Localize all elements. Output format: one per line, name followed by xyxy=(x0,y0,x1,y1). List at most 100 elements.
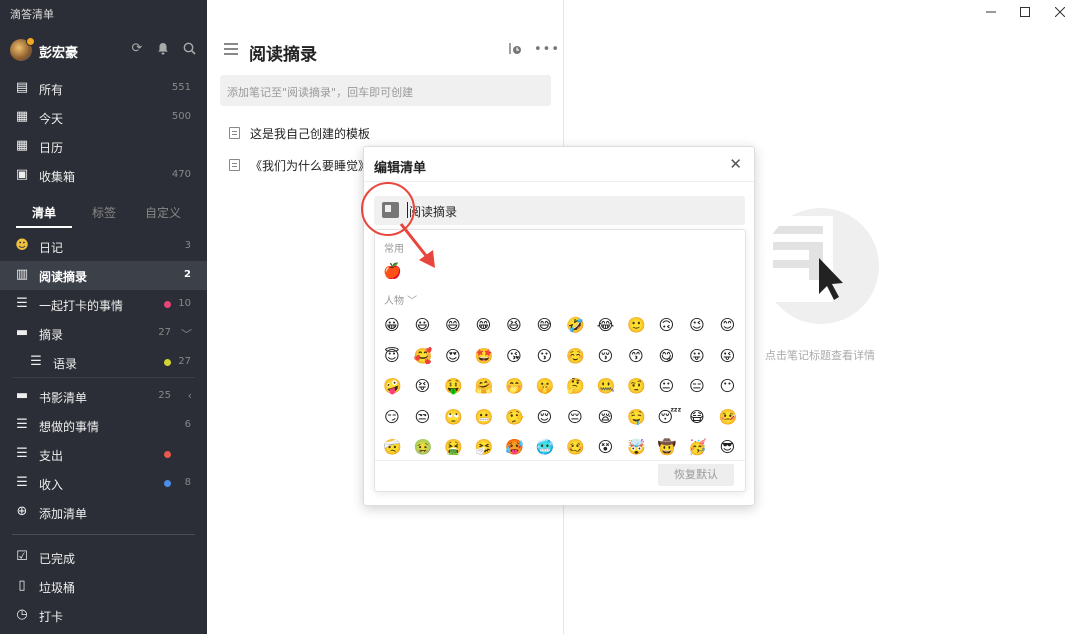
avatar[interactable] xyxy=(10,37,35,61)
emoji-option[interactable]: 😪 xyxy=(597,408,615,426)
section-people[interactable]: 人物 ﹀ xyxy=(384,292,417,307)
emoji-option[interactable]: 🙄 xyxy=(444,408,463,426)
emoji-option[interactable]: 🤐 xyxy=(597,377,616,395)
user-row[interactable]: 彭宏豪 ⟳ xyxy=(0,36,207,64)
bell-icon[interactable] xyxy=(156,42,170,56)
tab-custom[interactable]: 自定义 xyxy=(145,204,181,221)
sidebar-item[interactable]: ▬ 摘录 27 ﹀ xyxy=(0,319,207,348)
emoji-option[interactable]: 🤮 xyxy=(444,438,463,456)
emoji-option[interactable]: 😙 xyxy=(627,347,645,365)
sidebar-item[interactable]: ☰ 收入 8 xyxy=(0,469,207,498)
reset-default-button[interactable]: 恢复默认 xyxy=(658,464,734,486)
emoji-option[interactable]: 😊 xyxy=(719,316,737,334)
emoji-option[interactable]: 🙂 xyxy=(627,316,646,334)
emoji-option[interactable]: ☺️ xyxy=(566,347,585,365)
emoji-option[interactable]: 🤫 xyxy=(536,377,555,395)
emoji-option[interactable]: 🤩 xyxy=(475,347,494,365)
emoji-option[interactable]: 😋 xyxy=(658,347,676,365)
add-task-input[interactable]: 添加笔记至"阅读摘录"，回车即可创建 xyxy=(220,75,551,106)
maximize-icon[interactable] xyxy=(1018,6,1032,20)
emoji-option[interactable]: 😔 xyxy=(566,408,584,426)
emoji-option[interactable]: 🤪 xyxy=(383,377,402,395)
tab-tags[interactable]: 标签 xyxy=(92,204,116,221)
emoji-option[interactable]: 🥵 xyxy=(505,438,524,456)
emoji-option[interactable]: 😗 xyxy=(536,347,554,365)
emoji-option[interactable]: 😐 xyxy=(658,377,676,395)
emoji-option[interactable]: 🤥 xyxy=(505,408,524,426)
emoji-option[interactable]: 😍 xyxy=(444,347,462,365)
emoji-option[interactable]: 🤕 xyxy=(383,438,402,456)
emoji-option[interactable]: 😀 xyxy=(383,316,401,334)
emoji-option[interactable]: 🤨 xyxy=(627,377,646,395)
emoji-option[interactable]: 🤯 xyxy=(627,438,646,456)
more-icon[interactable]: ••• xyxy=(534,42,560,57)
emoji-option[interactable]: 🙃 xyxy=(658,316,676,334)
sidebar-item[interactable]: ☑ 已完成 xyxy=(0,543,207,572)
emoji-option[interactable]: 😄 xyxy=(444,316,462,334)
emoji-option[interactable]: 😑 xyxy=(688,377,706,395)
emoji-option[interactable]: 🥴 xyxy=(566,438,585,456)
sync-icon[interactable]: ⟳ xyxy=(130,42,144,56)
emoji-option[interactable]: 😒 xyxy=(414,408,432,426)
emoji-option[interactable]: 😏 xyxy=(383,408,401,426)
user-name[interactable]: 彭宏豪 xyxy=(39,42,78,61)
emoji-option[interactable]: 😛 xyxy=(688,347,706,365)
emoji-option[interactable]: 😵 xyxy=(597,438,615,456)
emoji-option[interactable]: 🥰 xyxy=(414,347,433,365)
emoji-option[interactable]: 😃 xyxy=(414,316,432,334)
emoji-option[interactable]: 😇 xyxy=(383,347,401,365)
emoji-option[interactable]: 😝 xyxy=(414,377,432,395)
search-icon[interactable] xyxy=(182,42,196,56)
sidebar-item[interactable]: ▦ 今天 500 xyxy=(0,103,207,132)
emoji-option[interactable]: 🥶 xyxy=(536,438,555,456)
sidebar-item[interactable]: ▣ 收集箱 470 xyxy=(0,161,207,190)
sidebar-item[interactable]: ◷ 打卡 xyxy=(0,601,207,630)
sidebar-item[interactable]: ▯ 垃圾桶 xyxy=(0,572,207,601)
emoji-option[interactable]: 🥳 xyxy=(688,438,707,456)
sidebar-item[interactable]: ⊕ 添加清单 xyxy=(0,498,207,527)
emoji-option[interactable]: 🤑 xyxy=(444,377,463,395)
emoji-option[interactable]: 🤔 xyxy=(566,377,585,395)
list-name-value[interactable]: 阅读摘录 xyxy=(409,203,457,220)
chevron-icon[interactable]: ‹ xyxy=(188,389,192,402)
emoji-option[interactable]: 😁 xyxy=(475,316,493,334)
task-title[interactable]: 《我们为什么要睡觉》 xyxy=(250,157,370,174)
close-icon[interactable] xyxy=(1053,6,1067,20)
sidebar-item[interactable]: ▥ 阅读摘录 2 xyxy=(0,261,207,290)
sidebar-item[interactable]: ▦ 日历 xyxy=(0,132,207,161)
emoji-option[interactable]: 😜 xyxy=(719,347,737,365)
emoji-option[interactable]: 😆 xyxy=(505,316,523,334)
task-title[interactable]: 这是我自己创建的模板 xyxy=(250,125,370,142)
emoji-option[interactable]: 😂 xyxy=(597,316,615,334)
sidebar-item[interactable]: ☰ 想做的事情 6 xyxy=(0,411,207,440)
emoji-option[interactable]: 😶 xyxy=(719,377,737,395)
emoji-option[interactable]: 😬 xyxy=(475,408,494,426)
emoji-option[interactable]: 😅 xyxy=(536,316,554,334)
emoji-option[interactable]: 🤭 xyxy=(505,377,524,395)
emoji-option[interactable]: 🤠 xyxy=(658,438,677,456)
chevron-icon[interactable]: ﹀ xyxy=(181,326,192,342)
emoji-option[interactable]: 😘 xyxy=(505,347,523,365)
minimize-icon[interactable] xyxy=(984,6,998,20)
emoji-option[interactable]: 🤤 xyxy=(627,408,646,426)
sidebar-item[interactable]: ☰ 一起打卡的事情 10 xyxy=(0,290,207,319)
emoji-option[interactable]: 🤣 xyxy=(566,316,585,334)
emoji-option[interactable]: 😴 xyxy=(658,408,682,426)
sidebar-item[interactable]: ☻ 日记 3 xyxy=(0,232,207,261)
tab-lists[interactable]: 清单 xyxy=(32,204,56,221)
emoji-option[interactable]: 😎 xyxy=(719,438,737,456)
sidebar-item[interactable]: ▬ 书影清单 25 ‹ xyxy=(0,382,207,411)
emoji-option[interactable]: 😷 xyxy=(688,408,706,426)
emoji-option[interactable]: 🤗 xyxy=(475,377,494,395)
emoji-option[interactable]: 😉 xyxy=(688,316,706,334)
emoji-option[interactable]: 😚 xyxy=(597,347,615,365)
sidebar-item[interactable]: ☰ 语录 27 xyxy=(0,348,207,377)
sidebar-item[interactable]: ▤ 所有 551 xyxy=(0,74,207,103)
close-icon[interactable]: ✕ xyxy=(729,155,742,173)
emoji-option[interactable]: 🤒 xyxy=(719,408,738,426)
sidebar-item[interactable]: ☰ 支出 xyxy=(0,440,207,469)
menu-toggle-icon[interactable] xyxy=(224,43,238,55)
sort-icon[interactable] xyxy=(508,42,522,59)
emoji-option[interactable]: 😌 xyxy=(536,408,554,426)
emoji-option[interactable]: 🤧 xyxy=(475,438,494,456)
